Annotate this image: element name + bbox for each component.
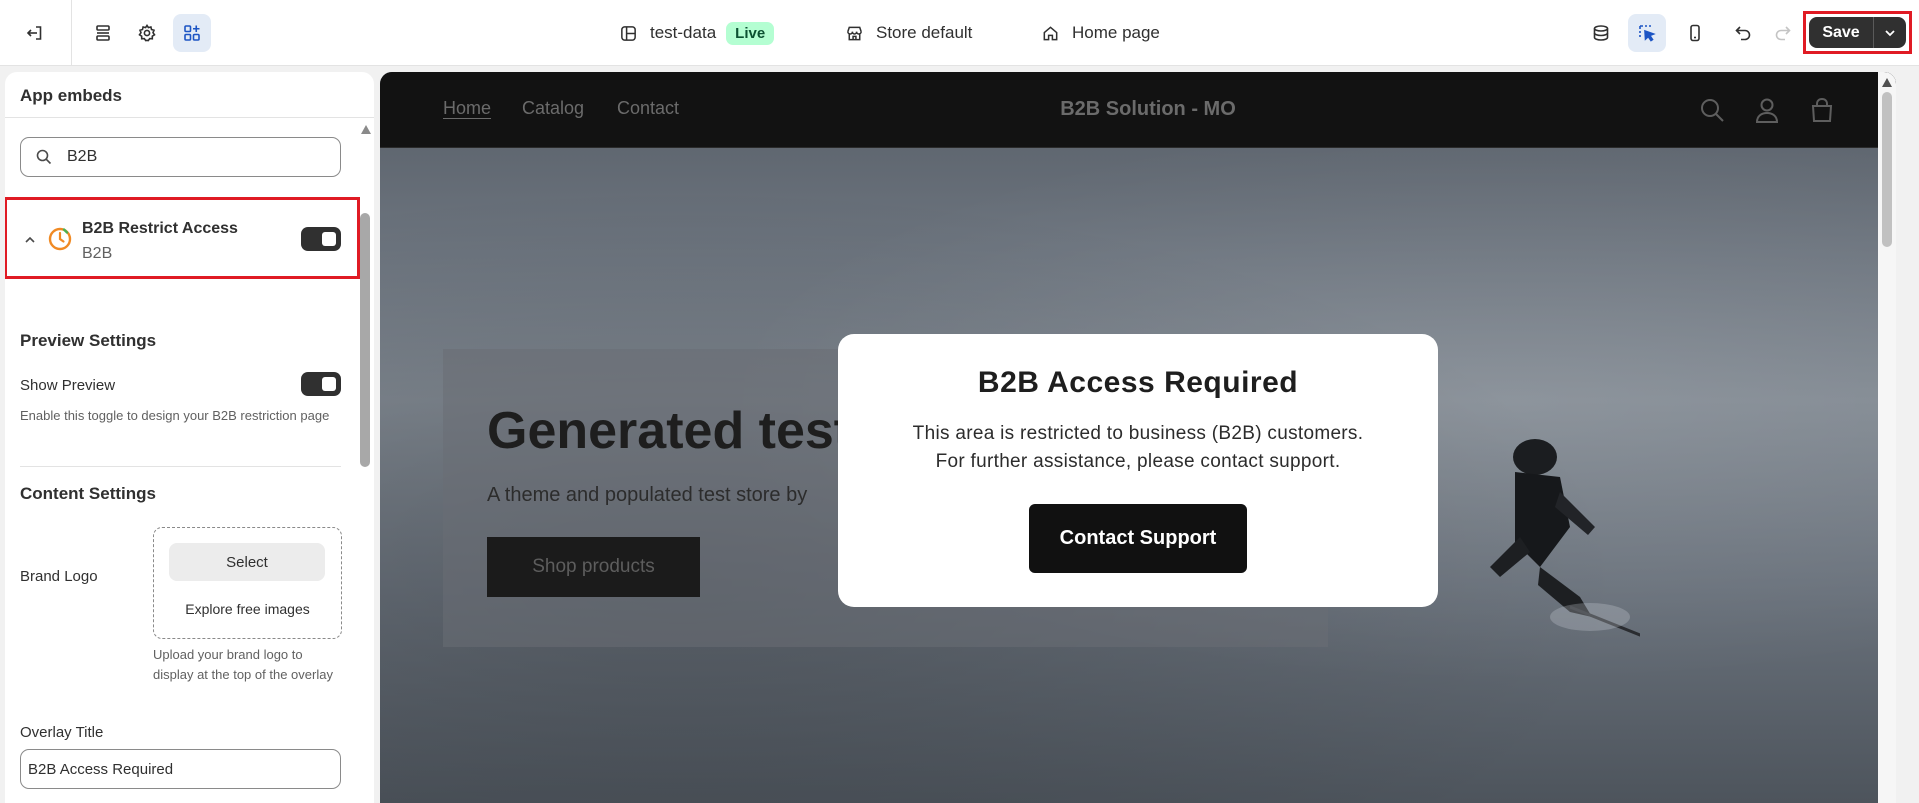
explore-free-images-link[interactable]: Explore free images [154,601,341,617]
modal-message-line-2: For further assistance, please contact s… [935,451,1341,472]
shop-products-button[interactable]: Shop products [487,537,700,597]
app-embed-item-b2b-restrict-access[interactable]: B2B Restrict Access B2B [5,197,360,279]
app-embeds-icon[interactable] [173,14,211,52]
store-selector-label: Store default [876,23,973,42]
save-button-group: Save [1809,17,1906,48]
top-bar: test-data Live Store default Home page S… [0,0,1919,66]
chevron-up-icon[interactable] [23,233,37,247]
mobile-preview-icon[interactable] [1676,14,1714,52]
b2b-app-logo-icon [48,227,72,251]
scroll-up-arrow-icon[interactable] [361,125,371,134]
store-title[interactable]: B2B Solution - MO [380,98,1896,121]
sections-icon[interactable] [84,14,122,52]
preview-scrollbar[interactable] [1878,72,1896,803]
sidebar-title: App embeds [5,72,374,118]
theme-name: test-data [650,23,717,42]
preview-scroll-up-arrow-icon[interactable] [1882,78,1892,87]
search-field[interactable] [20,137,341,177]
modal-message-line-1: This area is restricted to business (B2B… [912,423,1364,444]
brand-logo-dropzone[interactable]: Select Explore free images [153,527,342,639]
modal-title: B2B Access Required [977,366,1299,399]
b2b-access-modal: B2B Access Required This area is restric… [838,334,1438,607]
store-selector[interactable]: Store default [845,18,972,48]
search-icon [36,149,52,165]
store-header: Home Catalog Contact B2B Solution - MO [380,72,1896,148]
contact-support-button[interactable]: Contact Support [1029,504,1247,573]
save-button[interactable]: Save [1809,17,1874,48]
undo-icon[interactable] [1724,14,1762,52]
account-icon[interactable] [1753,96,1781,124]
preview-scroll-thumb[interactable] [1882,92,1892,247]
inspector-select-icon[interactable] [1628,14,1666,52]
select-image-button[interactable]: Select [169,543,325,581]
content-settings-heading: Content Settings [20,484,156,503]
brand-logo-help-text: Upload your brand logo to display at the… [153,647,333,682]
sidebar-scroll-thumb[interactable] [360,213,370,467]
chevron-down-icon [1885,29,1895,36]
live-status-badge: Live [726,21,775,45]
skier-image [1490,439,1640,637]
section-divider [20,466,341,467]
hero-title: Generated test [487,402,852,460]
sidebar-scrollbar[interactable] [357,119,374,803]
hero-subtitle: A theme and populated test store by [487,484,808,506]
settings-gear-icon[interactable] [128,14,166,52]
show-preview-help-text: Enable this toggle to design your B2B re… [20,408,330,423]
cart-icon[interactable] [1808,96,1836,124]
save-highlight: Save [1803,11,1912,54]
modal-message: This area is restricted to business (B2B… [878,420,1398,476]
redo-icon[interactable] [1764,14,1802,52]
app-embed-toggle[interactable] [301,227,341,251]
top-bar-divider [71,0,72,66]
page-selector[interactable]: Home page [1041,18,1160,48]
overlay-title-label: Overlay Title [20,724,104,741]
app-embed-title: B2B Restrict Access [82,220,238,237]
app-embed-subtitle: B2B [82,245,113,262]
page-selector-label: Home page [1072,23,1160,42]
exit-icon[interactable] [16,14,54,52]
brand-logo-label: Brand Logo [20,568,98,585]
overlay-title-input[interactable]: B2B Access Required [20,749,341,789]
show-preview-label: Show Preview [20,377,116,394]
search-input[interactable] [67,148,317,166]
theme-switch-icon[interactable] [1582,14,1620,52]
storefront-preview: Home Catalog Contact B2B Solution - MO G… [380,72,1896,803]
show-preview-toggle[interactable] [301,372,341,396]
preview-settings-heading: Preview Settings [20,331,157,350]
store-search-icon[interactable] [1698,96,1726,124]
app-embeds-sidebar: App embeds B2B Restrict Access B2B Previ… [5,72,374,803]
save-options-button[interactable] [1874,17,1906,48]
store-theme-info[interactable]: test-data Live [619,18,775,48]
